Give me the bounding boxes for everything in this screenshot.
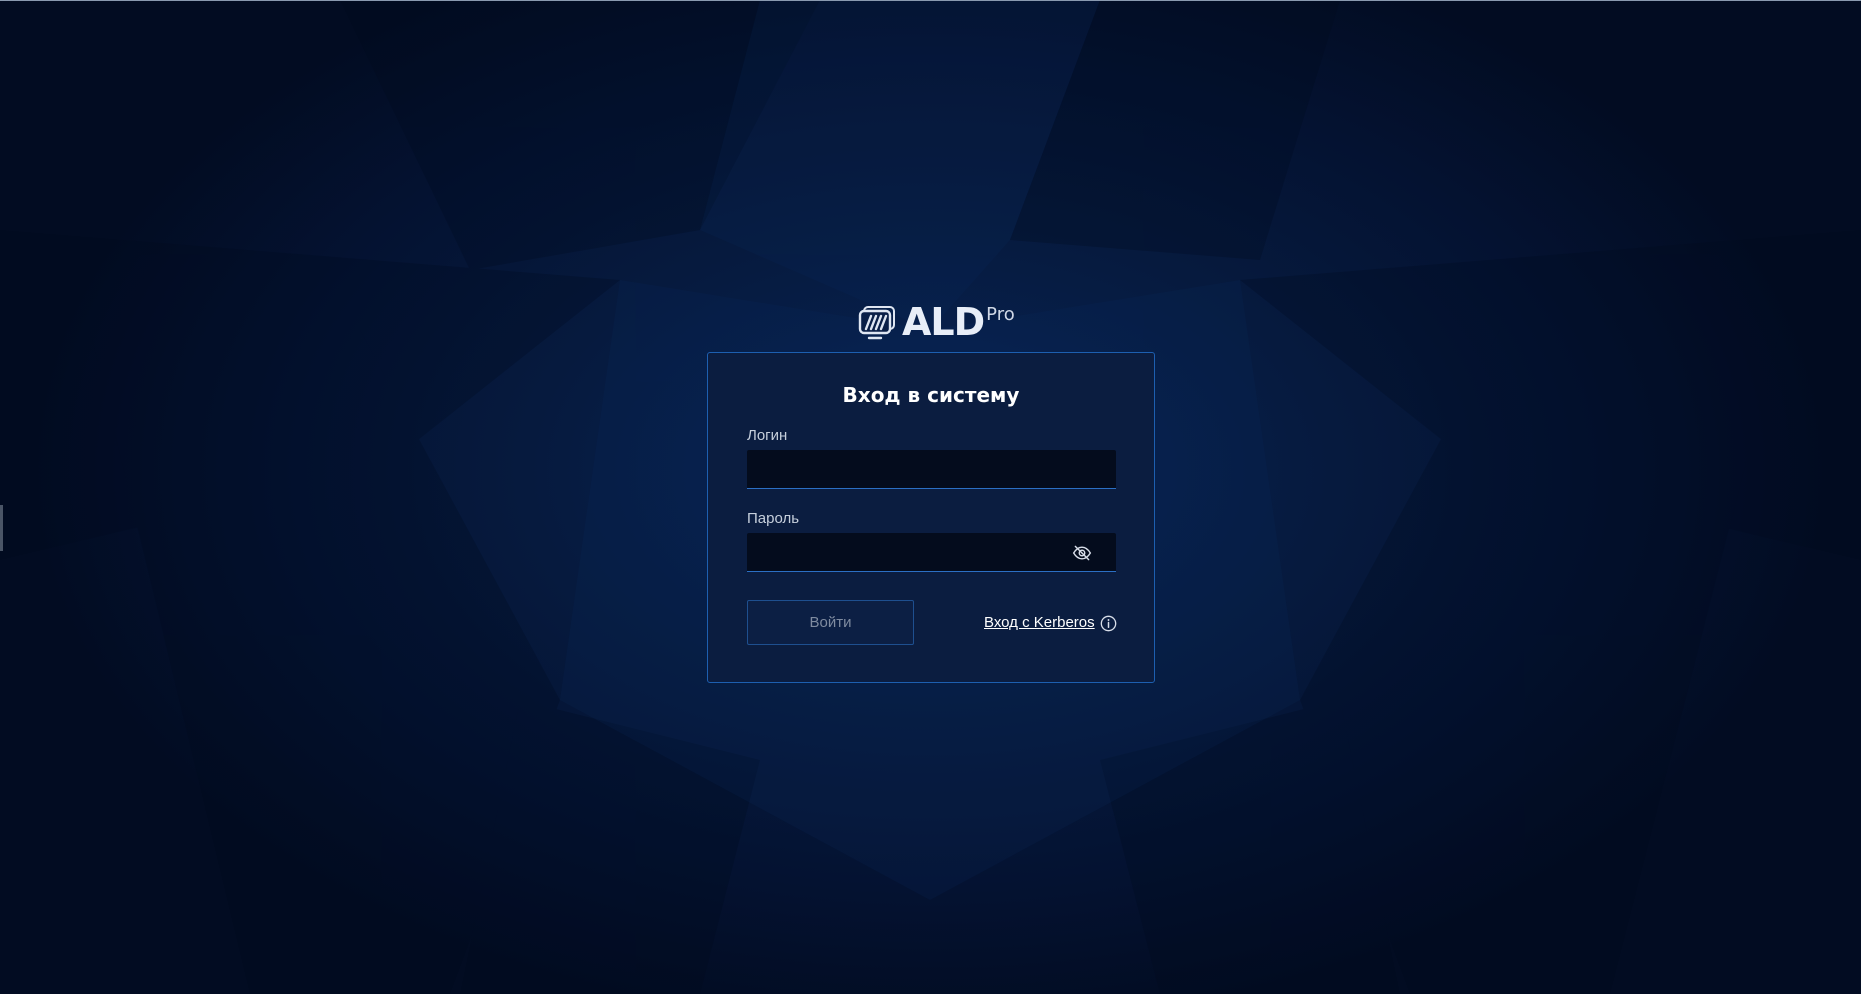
logo-superscript: Pro (986, 304, 1015, 325)
eye-off-icon[interactable] (1072, 543, 1092, 563)
login-submit-button[interactable]: Войти (747, 600, 914, 645)
password-label: Пароль (747, 510, 800, 527)
login-input[interactable] (747, 450, 1116, 488)
monitor-stack-icon (858, 306, 895, 340)
login-field (747, 450, 1116, 489)
password-field (747, 533, 1116, 572)
window-top-border (0, 0, 1861, 1)
info-circle-icon[interactable] (1100, 615, 1117, 632)
logo-text: ALD (902, 300, 985, 344)
ald-pro-logo: ALD Pro (858, 300, 1015, 344)
kerberos-login-link[interactable]: Вход с Kerberos (984, 614, 1095, 631)
password-input[interactable] (747, 533, 1116, 571)
login-card: Вход в систему Логин Пароль Войти Вход с… (707, 352, 1155, 683)
login-title: Вход в систему (842, 383, 1020, 407)
login-label: Логин (747, 427, 788, 444)
left-edge-handle (0, 505, 3, 551)
